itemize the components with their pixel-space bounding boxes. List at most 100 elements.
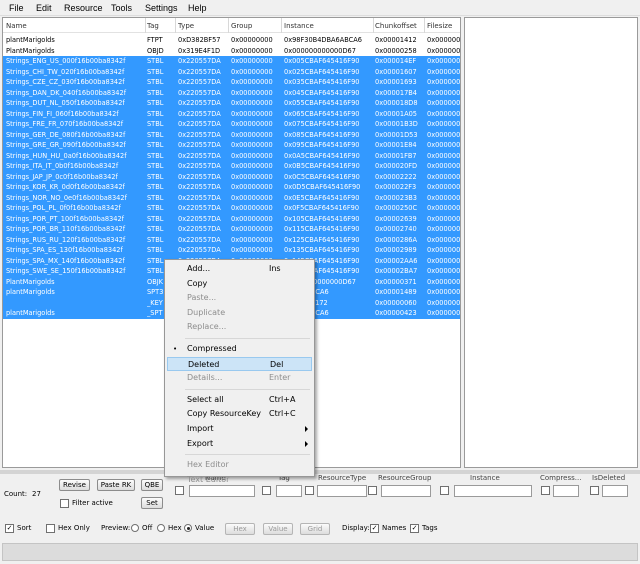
menu-separator: [185, 338, 310, 339]
menu-item-select-all[interactable]: Select all Ctrl+A: [167, 393, 312, 407]
table-row[interactable]: Strings_DAN_DK_040f16b00ba8342f STBL 0x220…: [3, 87, 460, 98]
table-row[interactable]: Strings_ENG_US_000f16b00ba8342f STBL 0x220…: [3, 56, 460, 67]
table-row[interactable]: Strings_CHI_TW_020f16b00ba8342f STBL 0x220…: [3, 66, 460, 77]
filter-isdeleted-checkbox[interactable]: [590, 486, 599, 495]
table-row[interactable]: Strings_JAP_JP_0c0f16b00ba8342f STBL 0x220…: [3, 171, 460, 182]
revise-button[interactable]: Revise: [59, 479, 90, 491]
cell-tag: STBL: [147, 235, 164, 244]
filter-instance-input[interactable]: [454, 485, 532, 497]
count-label: Count:: [4, 490, 28, 498]
menu-tools[interactable]: Tools: [111, 3, 132, 13]
table-row[interactable]: Strings_GRE_GR_090f16b00ba8342f STBL 0x220…: [3, 140, 460, 151]
col-header-name[interactable]: Name: [6, 22, 27, 30]
table-row[interactable]: Strings_POR_PT_100f16b00ba8342f STBL 0x220…: [3, 213, 460, 224]
cell-size: 0x000000: [427, 246, 460, 254]
col-header-chunkoffset[interactable]: Chunkoffset: [375, 22, 417, 30]
sort-checkbox[interactable]: ✓: [5, 524, 14, 533]
grid-button[interactable]: Grid: [300, 523, 330, 535]
table-row[interactable]: Strings_FIN_FI_060f16b00ba8342f STBL 0x220…: [3, 108, 460, 119]
menu-file[interactable]: File: [9, 3, 24, 13]
table-row[interactable]: Strings_NOR_NO_0e0f16b00ba8342f STBL 0x220…: [3, 192, 460, 203]
col-header-group[interactable]: Group: [231, 22, 252, 30]
filter-type-checkbox[interactable]: [305, 486, 314, 495]
cell-instance: 0x045CBAF645416F90: [284, 88, 360, 97]
menu-edit[interactable]: Edit: [36, 3, 52, 13]
col-header-type[interactable]: Type: [178, 22, 194, 30]
preview-hex-label: Hex: [168, 524, 182, 532]
menu-item-label: Import: [187, 424, 214, 433]
col-header-tag[interactable]: Tag: [147, 22, 159, 30]
table-row[interactable]: plantMarigolds FTPT 0xD382BF57 0x00000000 0x…: [3, 35, 460, 46]
menu-item-paste[interactable]: Paste...: [167, 291, 312, 305]
menu-item-replace[interactable]: Replace...: [167, 320, 312, 334]
menu-item-import[interactable]: Import: [167, 422, 312, 436]
filter-active-checkbox[interactable]: [60, 499, 69, 508]
filter-compressed-checkbox[interactable]: [541, 486, 550, 495]
filter-name-input[interactable]: [189, 485, 255, 497]
filter-instance-checkbox[interactable]: [440, 486, 449, 495]
cell-type: 0x220557DA: [178, 193, 221, 202]
preview-value-radio[interactable]: [184, 524, 192, 532]
cell-group: 0x00000000: [231, 214, 273, 223]
menu-item-details[interactable]: Details... Enter: [167, 371, 312, 385]
cell-size: 0x000000: [427, 256, 460, 265]
filter-compressed-input[interactable]: [553, 485, 579, 497]
preview-label: Preview:: [101, 524, 131, 532]
menu-item-deleted[interactable]: Deleted Del: [167, 356, 312, 371]
hex-only-checkbox[interactable]: [46, 524, 55, 533]
menu-help[interactable]: Help: [188, 3, 207, 13]
filter-group-input[interactable]: [381, 485, 431, 497]
menu-item-hex-editor[interactable]: Hex Editor: [167, 458, 312, 472]
table-row[interactable]: Strings_DUT_NL_050f16b00ba8342f STBL 0x220…: [3, 98, 460, 109]
filter-isdeleted-input[interactable]: [602, 485, 628, 497]
menu-item-export[interactable]: Export: [167, 437, 312, 451]
table-row[interactable]: Strings_KOR_KR_0d0f16b00ba8342f STBL 0x220…: [3, 182, 460, 193]
hex-button[interactable]: Hex: [225, 523, 255, 535]
table-row[interactable]: Strings_CZE_CZ_030f16b00ba8342f STBL 0x220…: [3, 77, 460, 88]
filter-name-checkbox[interactable]: [175, 486, 184, 495]
paste-rk-button[interactable]: Paste RK: [97, 479, 135, 491]
list-header: Name Tag Type Group Instance Chunkoffset…: [3, 18, 460, 33]
cell-tag: STBL: [147, 57, 164, 65]
cell-tag: STBL: [147, 204, 164, 212]
cell-instance: 0x0E5CBAF645416F90: [284, 193, 360, 202]
filter-header-resourcetype: ResourceType: [318, 474, 367, 482]
table-row[interactable]: Strings_FRE_FR_070f16b00ba8342f STBL 0x220…: [3, 119, 460, 130]
menu-item-text-editor[interactable]: Text Editor: [167, 473, 312, 487]
filter-type-input[interactable]: [317, 485, 367, 497]
names-checkbox[interactable]: ✓: [370, 524, 379, 533]
table-row[interactable]: Strings_GER_DE_080f16b00ba8342f STBL 0x220…: [3, 129, 460, 140]
cell-tag: STBL: [147, 141, 164, 149]
preview-off-radio[interactable]: [131, 524, 139, 532]
qbe-button[interactable]: QBE: [141, 479, 163, 491]
table-row[interactable]: Strings_ITA_IT_0b0f16b00ba8342f STBL 0x220…: [3, 161, 460, 172]
table-row[interactable]: Strings_SPA_ES_130f16b00ba8342f STBL 0x220…: [3, 245, 460, 256]
cell-chunk: 0x0000286A: [375, 235, 417, 244]
table-row[interactable]: Strings_HUN_HU_0a0f16b00ba8342f STBL 0x220…: [3, 150, 460, 161]
menu-item-duplicate[interactable]: Duplicate: [167, 306, 312, 320]
menu-item-compressed[interactable]: • Compressed: [167, 342, 312, 356]
filter-tag-input[interactable]: [276, 485, 302, 497]
cell-instance: 0x055CBAF645416F90: [284, 99, 360, 107]
cell-group: 0x00000000: [231, 78, 273, 86]
value-button[interactable]: Value: [263, 523, 293, 535]
tags-checkbox[interactable]: ✓: [410, 524, 419, 533]
menu-item-copy-resourcekey[interactable]: Copy ResourceKey Ctrl+C: [167, 407, 312, 421]
table-row[interactable]: PlantMarigolds OBJD 0x319E4F1D 0x00000000 0x…: [3, 46, 460, 57]
table-row[interactable]: Strings_RUS_RU_120f16b00ba8342f STBL 0x220…: [3, 234, 460, 245]
table-row[interactable]: Strings_POR_BR_110f16b00ba8342f STBL 0x220…: [3, 224, 460, 235]
filter-tag-checkbox[interactable]: [262, 486, 271, 495]
col-header-instance[interactable]: Instance: [284, 22, 314, 30]
cell-instance: 0x105CBAF645416F90: [284, 214, 360, 223]
preview-hex-radio[interactable]: [157, 524, 165, 532]
menu-resource[interactable]: Resource: [64, 3, 103, 13]
menu-settings[interactable]: Settings: [145, 3, 178, 13]
menu-item-copy[interactable]: Copy: [167, 277, 312, 291]
table-row[interactable]: Strings_POL_PL_0f0f16b00ba8342f STBL 0x220…: [3, 203, 460, 214]
set-button[interactable]: Set: [141, 497, 163, 509]
col-header-filesize[interactable]: Filesize: [427, 22, 452, 30]
cell-group: 0x00000000: [231, 235, 273, 244]
filter-header-resourcegroup: ResourceGroup: [378, 474, 432, 482]
filter-group-checkbox[interactable]: [368, 486, 377, 495]
menu-item-add[interactable]: Add... Ins: [167, 262, 312, 276]
